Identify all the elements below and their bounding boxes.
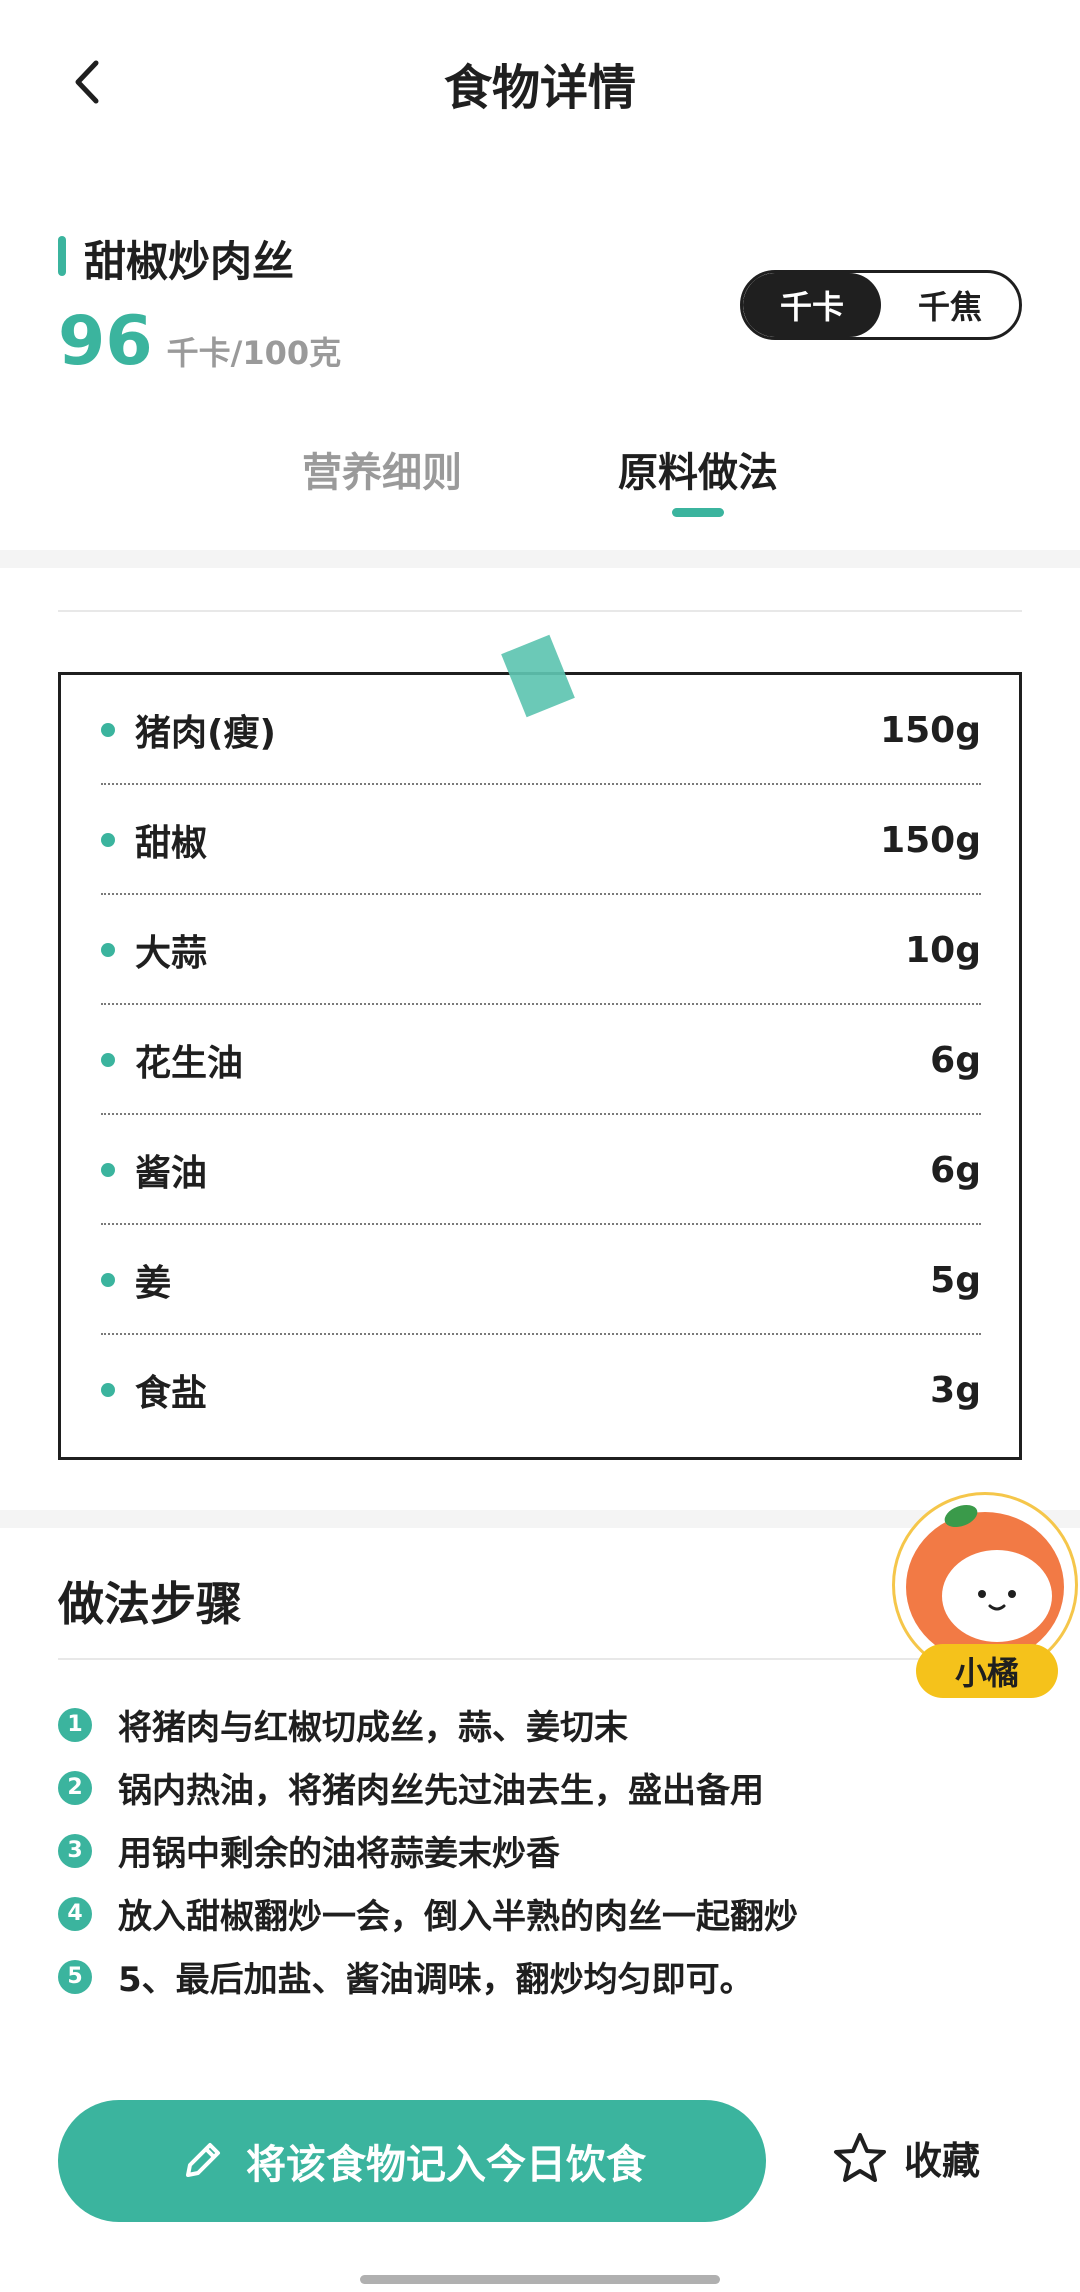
ingredient-name: 甜椒 bbox=[135, 823, 208, 864]
tab-recipe[interactable]: 原料做法 bbox=[618, 440, 778, 498]
ingredient-amount: 3g bbox=[930, 1369, 981, 1411]
mascot-label: 小橘 bbox=[916, 1644, 1058, 1698]
step-text: 用锅中剩余的油将蒜姜末炒香 bbox=[118, 1834, 560, 1874]
ingredient-row: 酱油 6g bbox=[101, 1115, 981, 1225]
step-item: 5 5、最后加盐、酱油调味，翻炒均匀即可。 bbox=[58, 1952, 754, 2001]
step-item: 2 锅内热油，将猪肉丝先过油去生，盛出备用 bbox=[58, 1763, 764, 1812]
bullet-dot bbox=[101, 833, 115, 847]
section-divider bbox=[0, 550, 1080, 568]
steps-title: 做法步骤 bbox=[58, 1577, 242, 1631]
ingredient-amount: 150g bbox=[880, 709, 981, 751]
calorie-value: 96 bbox=[58, 302, 153, 381]
ingredient-amount: 150g bbox=[880, 819, 981, 861]
step-text: 5、最后加盐、酱油调味，翻炒均匀即可。 bbox=[118, 1960, 754, 2000]
food-name: 甜椒炒肉丝 bbox=[84, 237, 295, 286]
bullet-dot bbox=[101, 1053, 115, 1067]
active-tab-indicator bbox=[672, 508, 724, 517]
ingredient-row: 食盐 3g bbox=[101, 1335, 981, 1445]
log-food-label: 将该食物记入今日饮食 bbox=[246, 2142, 646, 2188]
step-item: 1 将猪肉与红椒切成丝，蒜、姜切末 bbox=[58, 1700, 628, 1749]
step-item: 4 放入甜椒翻炒一会，倒入半熟的肉丝一起翻炒 bbox=[58, 1889, 798, 1938]
tab-nutrition[interactable]: 营养细则 bbox=[302, 440, 462, 498]
favorite-button[interactable]: 收藏 bbox=[832, 2130, 980, 2185]
ingredient-row: 姜 5g bbox=[101, 1225, 981, 1335]
ingredient-name: 食盐 bbox=[135, 1373, 208, 1414]
ingredient-amount: 5g bbox=[930, 1259, 981, 1301]
tab-bar: 营养细则 原料做法 bbox=[0, 440, 1080, 540]
header: 食物详情 bbox=[0, 0, 1080, 160]
bullet-dot bbox=[101, 1163, 115, 1177]
calorie-unit: 千卡/100克 bbox=[166, 334, 342, 372]
steps-divider bbox=[58, 1658, 1022, 1660]
ingredient-row: 甜椒 150g bbox=[101, 785, 981, 895]
pencil-icon bbox=[186, 2143, 220, 2177]
step-item: 3 用锅中剩余的油将蒜姜末炒香 bbox=[58, 1826, 560, 1875]
bullet-dot bbox=[101, 943, 115, 957]
step-number-badge: 4 bbox=[58, 1896, 92, 1931]
mascot-assistant-button[interactable]: 小橘 bbox=[892, 1492, 1080, 1712]
mascot-face-features bbox=[978, 1590, 1016, 1611]
ingredients-card: 猪肉(瘦) 150g 甜椒 150g 大蒜 10g 花生油 6g 酱油 6g 姜… bbox=[58, 672, 1022, 1460]
bullet-dot bbox=[101, 1273, 115, 1287]
step-number-badge: 1 bbox=[58, 1707, 92, 1742]
step-text: 锅内热油，将猪肉丝先过油去生，盛出备用 bbox=[118, 1771, 764, 1811]
ingredient-amount: 6g bbox=[930, 1149, 981, 1191]
favorite-label: 收藏 bbox=[904, 2139, 981, 2183]
bullet-dot bbox=[101, 1383, 115, 1397]
title-accent-bar bbox=[58, 236, 66, 276]
step-number-badge: 5 bbox=[58, 1959, 92, 1994]
step-number-badge: 2 bbox=[58, 1770, 92, 1805]
home-indicator[interactable] bbox=[360, 2275, 720, 2284]
ingredient-name: 姜 bbox=[135, 1263, 172, 1304]
ingredients-header-divider bbox=[58, 610, 1022, 612]
bullet-dot bbox=[101, 723, 115, 737]
step-text: 放入甜椒翻炒一会，倒入半熟的肉丝一起翻炒 bbox=[118, 1897, 798, 1937]
ingredient-name: 大蒜 bbox=[135, 933, 208, 974]
unit-option-kcal[interactable]: 千卡 bbox=[743, 273, 881, 337]
page-title: 食物详情 bbox=[443, 60, 636, 116]
ingredient-row: 大蒜 10g bbox=[101, 895, 981, 1005]
mascot-face bbox=[942, 1550, 1052, 1642]
ingredient-amount: 6g bbox=[930, 1039, 981, 1081]
ingredient-name: 花生油 bbox=[135, 1043, 244, 1084]
calorie-row: 96 千卡/100克 bbox=[58, 302, 341, 381]
energy-unit-toggle[interactable]: 千卡 千焦 bbox=[740, 270, 1022, 340]
ingredient-name: 猪肉(瘦) bbox=[135, 713, 276, 754]
step-text: 将猪肉与红椒切成丝，蒜、姜切末 bbox=[118, 1708, 628, 1748]
log-food-button[interactable]: 将该食物记入今日饮食 bbox=[58, 2100, 766, 2222]
star-icon bbox=[834, 2132, 886, 2182]
ingredient-name: 酱油 bbox=[135, 1153, 208, 1194]
ingredient-amount: 10g bbox=[905, 929, 981, 971]
step-number-badge: 3 bbox=[58, 1833, 92, 1868]
unit-option-kj[interactable]: 千焦 bbox=[881, 273, 1019, 337]
ingredient-row: 花生油 6g bbox=[101, 1005, 981, 1115]
